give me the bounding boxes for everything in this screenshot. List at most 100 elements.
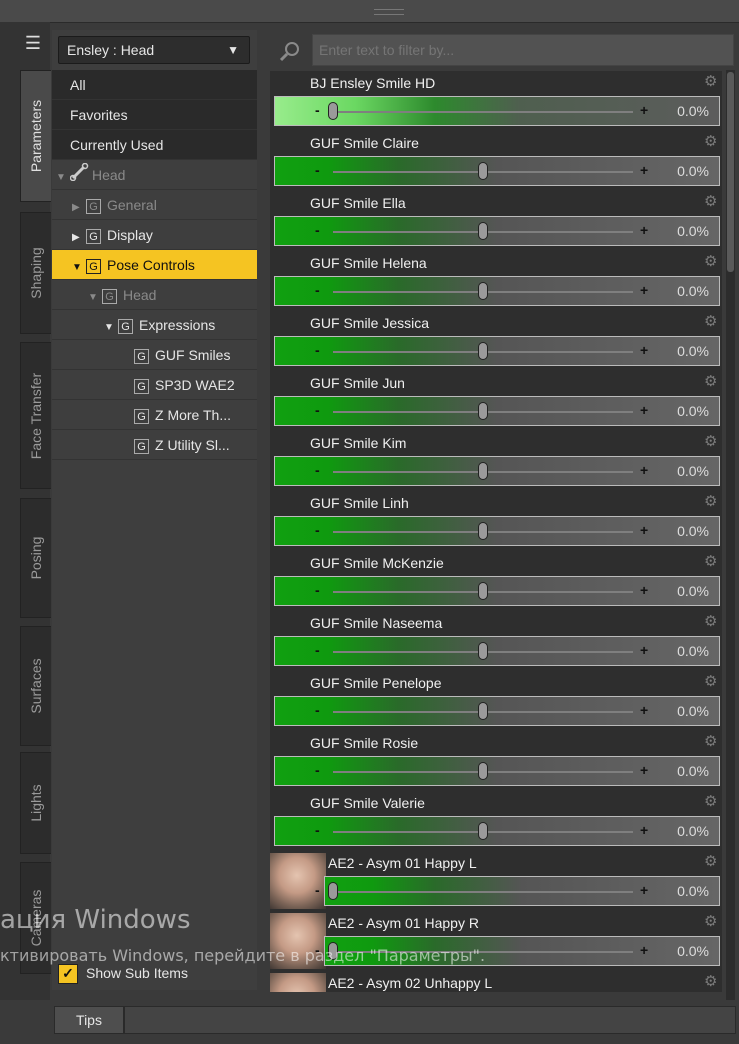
search-icon[interactable]	[278, 40, 302, 62]
gear-icon[interactable]: ⚙	[704, 914, 720, 930]
pane-grip[interactable]	[374, 9, 404, 15]
category-all[interactable]: All	[52, 70, 257, 100]
increment-button[interactable]: +	[640, 762, 648, 778]
gear-icon[interactable]: ⚙	[704, 374, 720, 390]
property-slider[interactable]: - +0.0%	[274, 276, 720, 306]
gear-icon[interactable]: ⚙	[704, 974, 720, 990]
gear-icon[interactable]: ⚙	[704, 434, 720, 450]
gear-icon[interactable]: ⚙	[704, 674, 720, 690]
tree-item[interactable]: G Z More Th...	[52, 400, 257, 430]
slider-knob[interactable]	[328, 102, 338, 120]
slider-value[interactable]: 0.0%	[677, 343, 709, 359]
tab-shaping[interactable]: Shaping	[20, 212, 51, 334]
decrement-button[interactable]: -	[315, 822, 320, 838]
pane-menu-icon[interactable]: ☰	[18, 28, 48, 58]
increment-button[interactable]: +	[640, 462, 648, 478]
gear-icon[interactable]: ⚙	[704, 614, 720, 630]
decrement-button[interactable]: -	[315, 582, 320, 598]
expand-arrow-icon[interactable]: ▼	[104, 313, 118, 343]
slider-knob[interactable]	[478, 402, 488, 420]
slider-knob[interactable]	[478, 822, 488, 840]
increment-button[interactable]: +	[640, 582, 648, 598]
slider-value[interactable]: 0.0%	[677, 283, 709, 299]
slider-value[interactable]: 0.0%	[677, 463, 709, 479]
show-sub-items[interactable]: ✓ Show Sub Items	[58, 962, 188, 985]
tree-item[interactable]: G Z Utility Sl...	[52, 430, 257, 460]
slider-value[interactable]: 0.0%	[677, 403, 709, 419]
gear-icon[interactable]: ⚙	[704, 854, 720, 870]
slider-knob[interactable]	[478, 642, 488, 660]
gear-icon[interactable]: ⚙	[704, 254, 720, 270]
decrement-button[interactable]: -	[315, 342, 320, 358]
tree-item[interactable]: ▼ Head	[52, 160, 257, 190]
tree-item[interactable]: G SP3D WAE2	[52, 370, 257, 400]
increment-button[interactable]: +	[640, 522, 648, 538]
tree-item[interactable]: ▼ G Head	[52, 280, 257, 310]
tab-posing[interactable]: Posing	[20, 498, 51, 618]
category-favorites[interactable]: Favorites	[52, 100, 257, 130]
property-slider[interactable]: - +0.0%	[274, 816, 720, 846]
slider-knob[interactable]	[478, 222, 488, 240]
property-slider[interactable]: - +0.0%	[274, 576, 720, 606]
slider-value[interactable]: 0.0%	[677, 703, 709, 719]
decrement-button[interactable]: -	[315, 642, 320, 658]
property-slider[interactable]: - +0.0%	[274, 336, 720, 366]
decrement-button[interactable]: -	[315, 462, 320, 478]
decrement-button[interactable]: -	[315, 522, 320, 538]
gear-icon[interactable]: ⚙	[704, 314, 720, 330]
property-slider[interactable]: - +0.0%	[274, 216, 720, 246]
slider-knob[interactable]	[478, 582, 488, 600]
increment-button[interactable]: +	[640, 222, 648, 238]
tree-item[interactable]: G GUF Smiles	[52, 340, 257, 370]
decrement-button[interactable]: -	[315, 222, 320, 238]
slider-knob[interactable]	[478, 162, 488, 180]
decrement-button[interactable]: -	[315, 282, 320, 298]
slider-knob[interactable]	[478, 342, 488, 360]
gear-icon[interactable]: ⚙	[704, 794, 720, 810]
node-selector[interactable]: Ensley : Head ▼	[58, 36, 250, 64]
expand-arrow-icon[interactable]: ▼	[88, 283, 102, 313]
decrement-button[interactable]: -	[315, 702, 320, 718]
slider-value[interactable]: 0.0%	[677, 823, 709, 839]
collapse-arrow-icon[interactable]: ▶	[72, 193, 86, 223]
increment-button[interactable]: +	[640, 282, 648, 298]
expand-arrow-icon[interactable]: ▼	[72, 253, 86, 283]
tab-tips[interactable]: Tips	[54, 1006, 124, 1034]
slider-knob[interactable]	[478, 462, 488, 480]
increment-button[interactable]: +	[640, 642, 648, 658]
scrollbar-thumb[interactable]	[727, 72, 734, 272]
property-slider[interactable]: - +0.0%	[274, 696, 720, 726]
increment-button[interactable]: +	[640, 882, 648, 898]
slider-value[interactable]: 0.0%	[677, 763, 709, 779]
decrement-button[interactable]: -	[315, 402, 320, 418]
gear-icon[interactable]: ⚙	[704, 554, 720, 570]
slider-knob[interactable]	[478, 762, 488, 780]
slider-value[interactable]: 0.0%	[677, 643, 709, 659]
increment-button[interactable]: +	[640, 162, 648, 178]
slider-value[interactable]: 0.0%	[677, 583, 709, 599]
slider-value[interactable]: 0.0%	[677, 883, 709, 899]
property-slider[interactable]: - +0.0%	[315, 876, 720, 906]
increment-button[interactable]: +	[640, 822, 648, 838]
tab-parameters[interactable]: Parameters	[20, 70, 51, 202]
slider-value[interactable]: 0.0%	[677, 943, 709, 959]
tab-face-transfer[interactable]: Face Transfer	[20, 342, 51, 489]
decrement-button[interactable]: -	[315, 102, 320, 118]
checkbox-checked-icon[interactable]: ✓	[58, 964, 78, 985]
gear-icon[interactable]: ⚙	[704, 134, 720, 150]
gear-icon[interactable]: ⚙	[704, 74, 720, 90]
decrement-button[interactable]: -	[315, 762, 320, 778]
decrement-button[interactable]: -	[315, 882, 320, 898]
slider-value[interactable]: 0.0%	[677, 523, 709, 539]
tab-lights[interactable]: Lights	[20, 752, 51, 854]
tree-item[interactable]: ▶ G Display	[52, 220, 257, 250]
decrement-button[interactable]: -	[315, 162, 320, 178]
increment-button[interactable]: +	[640, 942, 648, 958]
slider-track[interactable]	[333, 891, 633, 893]
category-currently-used[interactable]: Currently Used	[52, 130, 257, 160]
slider-value[interactable]: 0.0%	[677, 103, 709, 119]
gear-icon[interactable]: ⚙	[704, 494, 720, 510]
slider-knob[interactable]	[478, 522, 488, 540]
slider-knob[interactable]	[328, 882, 338, 900]
property-slider[interactable]: - +0.0%	[274, 396, 720, 426]
